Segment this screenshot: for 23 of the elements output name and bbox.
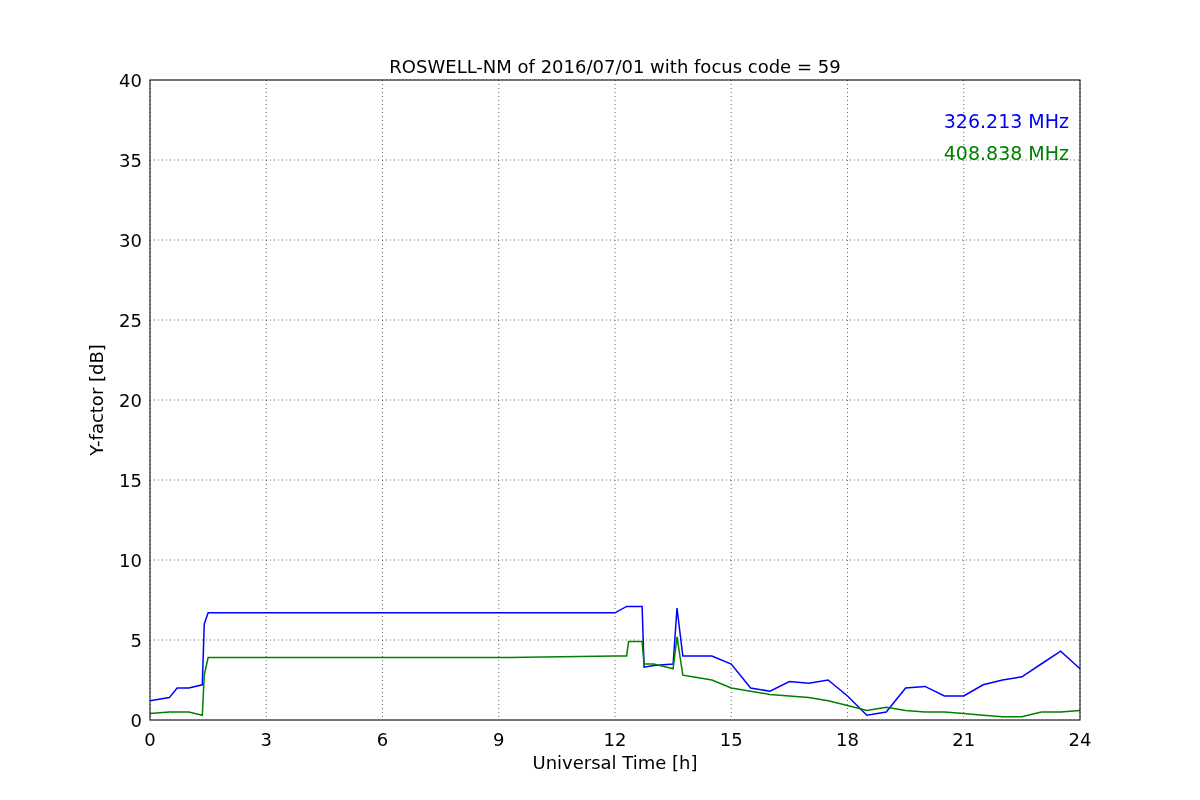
chart-title: ROSWELL-NM of 2016/07/01 with focus code = 59	[389, 56, 841, 77]
tick-label: 24	[1068, 729, 1092, 750]
legend-label: 326.213 MHz	[943, 110, 1069, 132]
tick-label: 25	[119, 310, 142, 331]
y-axis-label: Y-factor [dB]	[86, 344, 107, 456]
tick-label: 18	[836, 729, 859, 750]
tick-label: 10	[119, 550, 142, 571]
tick-label: 15	[719, 729, 743, 750]
tick-label: 9	[493, 729, 505, 750]
tick-label: 3	[260, 729, 272, 750]
tick-label: 21	[952, 729, 976, 750]
tick-label: 5	[130, 630, 142, 651]
tick-label: 20	[119, 390, 142, 411]
tick-label: 0	[130, 710, 142, 731]
tick-label: 12	[603, 729, 627, 750]
x-axis-label: Universal Time [h]	[532, 752, 698, 773]
tick-label: 0	[144, 729, 156, 750]
tick-label: 40	[119, 70, 142, 91]
legend-label: 408.838 MHz	[943, 142, 1069, 164]
tick-label: 6	[376, 729, 389, 750]
tick-label: 15	[119, 470, 142, 491]
tick-label: 30	[119, 230, 142, 251]
tick-label: 35	[119, 150, 142, 171]
